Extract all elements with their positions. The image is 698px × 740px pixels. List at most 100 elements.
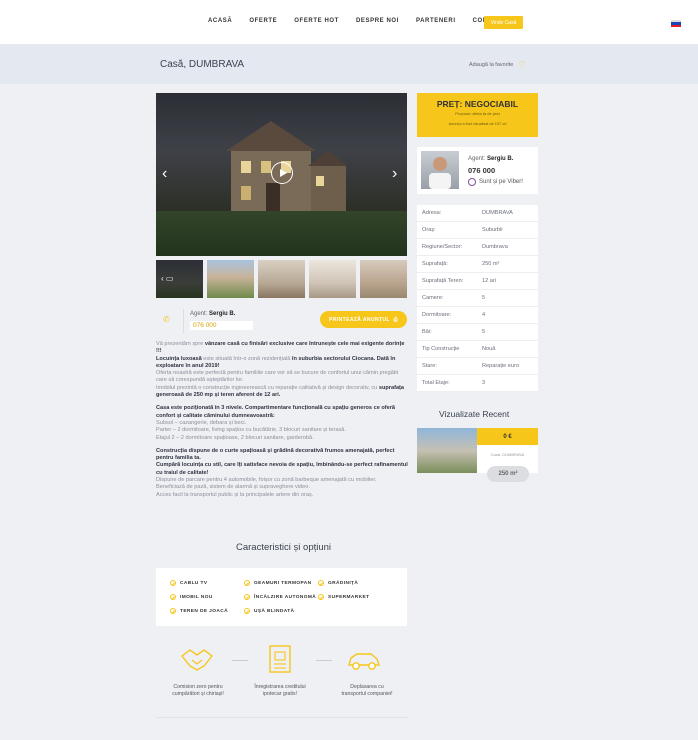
page-title: Casă, DUMBRAVA bbox=[160, 59, 245, 70]
property-label: Băi: bbox=[422, 329, 432, 335]
car-icon bbox=[348, 653, 380, 670]
description-text: Oferta noastră este perfectă pentru fami… bbox=[156, 370, 399, 384]
agent-label: Agent: Sergiu B. bbox=[190, 311, 236, 317]
benefit-zero-commission: Comision zero pentru cumpărători și chir… bbox=[172, 684, 224, 697]
features-title: Caracteristici și opțiuni bbox=[236, 542, 332, 553]
viber-contact[interactable]: Sunt și pe Viber! bbox=[468, 178, 523, 186]
property-value: Reparație euro bbox=[482, 363, 520, 369]
nav-item-oferte-hot[interactable]: OFERTE HOT bbox=[294, 18, 339, 24]
handshake-icon bbox=[181, 649, 213, 671]
description-text: Subsol – cazangerie, debara și beci. bbox=[156, 419, 247, 426]
property-label: Tip Construcție bbox=[422, 346, 460, 352]
nav-item-acasa[interactable]: ACASĂ bbox=[208, 18, 232, 24]
thumbnail-strip: ‹ ▭ bbox=[156, 260, 411, 298]
description-text: Imobilul prezintă o construcție ingineer… bbox=[156, 384, 379, 391]
property-value: 5 bbox=[482, 295, 486, 301]
feature-supermarket: SUPERMARKET bbox=[318, 594, 369, 600]
property-row: Stare: Reparație euro bbox=[417, 358, 538, 375]
benefit-company-transport: Deplasarea cu transportul companiei! bbox=[341, 684, 393, 697]
property-value: Dumbrava bbox=[482, 244, 508, 250]
play-video-icon[interactable] bbox=[271, 162, 293, 184]
property-value: 5 bbox=[482, 329, 486, 335]
agent-card-phone[interactable]: 076 000 bbox=[468, 166, 495, 175]
divider bbox=[232, 660, 248, 661]
nav-item-oferte[interactable]: OFERTE bbox=[249, 18, 277, 24]
feature-geamuri-termopan: GEAMURI TERMOPAN bbox=[244, 580, 311, 586]
agent-contact-row: ✆ Agent: Sergiu B. 076 000 PRINTEAZĂ ANU… bbox=[156, 306, 407, 336]
flag-stripe-red bbox=[671, 24, 681, 27]
property-label: Camere: bbox=[422, 295, 444, 301]
view-count: Anunțul a fost vizualizat de 157 ori bbox=[448, 122, 507, 126]
property-label: Dormitoare: bbox=[422, 312, 452, 318]
property-value: 250 m² bbox=[482, 261, 500, 267]
feature-incalzire-autonoma: ÎNCĂLZIRE AUTONOMĂ bbox=[244, 594, 316, 600]
property-label: Total Etaje: bbox=[422, 380, 450, 386]
thumbnail-video[interactable]: ‹ ▭ bbox=[156, 260, 203, 298]
property-row: Regiune/Sector: Dumbrava bbox=[417, 239, 538, 256]
check-icon bbox=[318, 594, 324, 600]
property-row: Suprafață Teren: 12 ari bbox=[417, 273, 538, 290]
check-icon bbox=[170, 608, 176, 614]
gallery-prev-arrow-icon[interactable]: ‹ bbox=[162, 166, 167, 182]
top-navigation: ACASĂ OFERTE OFERTE HOT DESPRE NOI PARTE… bbox=[0, 0, 698, 44]
price-box[interactable]: PREȚ: NEGOCIABIL Propune oferta ta de pr… bbox=[417, 93, 538, 137]
thumbnail-exterior[interactable] bbox=[207, 260, 254, 298]
property-row: Oraș: Suburbii bbox=[417, 222, 538, 239]
check-icon bbox=[244, 608, 250, 614]
description-text: Acces facil la transportul public și la … bbox=[156, 491, 314, 498]
check-icon bbox=[318, 580, 324, 586]
description-text: Locuința luxoasă bbox=[156, 355, 202, 362]
property-value: 3 bbox=[482, 380, 486, 386]
recent-listing-area: 250 m² bbox=[487, 466, 529, 482]
description-text: Casa este poziționată în 3 nivele. Compa… bbox=[156, 405, 396, 419]
lawn bbox=[156, 211, 407, 256]
recent-listing-price: 0 € bbox=[477, 428, 538, 445]
recent-title: Vizualizate Recent bbox=[439, 409, 510, 419]
property-value: Nouă bbox=[482, 346, 496, 352]
thumbnail-interior-2[interactable] bbox=[309, 260, 356, 298]
agent-card: Agent: Sergiu B. 076 000 Sunt și pe Vibe… bbox=[417, 147, 538, 194]
property-value: 4 bbox=[482, 312, 486, 318]
divider bbox=[183, 309, 184, 333]
agent-card-name: Sergiu B. bbox=[487, 156, 514, 162]
property-label: Suprafață Teren: bbox=[422, 278, 464, 284]
house-photo bbox=[226, 121, 346, 211]
agent-name: Sergiu B. bbox=[209, 311, 236, 317]
description-text: Dispune de parcare pentru 4 automobile, … bbox=[156, 477, 377, 484]
description-paragraph-1: Vă prezentăm spre vânzare casă cu finisă… bbox=[156, 341, 408, 399]
agent-phone[interactable]: 076 000 bbox=[190, 321, 253, 330]
thumbnail-interior-3[interactable] bbox=[360, 260, 407, 298]
property-row: Băi: 5 bbox=[417, 324, 538, 341]
description-text: Vă prezentăm spre bbox=[156, 341, 205, 347]
main-gallery-image[interactable]: ‹ › bbox=[156, 93, 407, 256]
property-row: Tip Construcție Nouă bbox=[417, 341, 538, 358]
description-text: Cumpără locuința cu stil, care îți satis… bbox=[156, 462, 408, 476]
property-label: Oraș: bbox=[422, 227, 436, 233]
gallery-next-arrow-icon[interactable]: › bbox=[392, 166, 397, 182]
price-subtitle: Propune oferta ta de preț bbox=[455, 111, 500, 116]
nav-menu: ACASĂ OFERTE OFERTE HOT DESPRE NOI PARTE… bbox=[208, 18, 527, 24]
property-row: Adresa: DUMBRAVA bbox=[417, 205, 538, 222]
check-icon bbox=[244, 580, 250, 586]
thumbnail-interior-1[interactable] bbox=[258, 260, 305, 298]
add-to-favorites[interactable]: Adaugă la favorite ♡ bbox=[469, 61, 526, 69]
recent-listing-image bbox=[417, 428, 477, 473]
nav-item-parteneri[interactable]: PARTENERI bbox=[416, 18, 456, 24]
document-icon bbox=[269, 645, 291, 673]
feature-imobil-nou: IMOBIL NOU bbox=[170, 594, 213, 600]
feature-teren-de-joaca: TEREN DE JOACĂ bbox=[170, 608, 228, 614]
agent-card-label: Agent: Sergiu B. bbox=[468, 156, 514, 162]
property-label: Adresa: bbox=[422, 210, 442, 216]
property-row: Dormitoare: 4 bbox=[417, 307, 538, 324]
property-details-table: Adresa: DUMBRAVA Oraș: Suburbii Regiune/Sect… bbox=[417, 205, 538, 392]
language-flag-icon[interactable] bbox=[671, 20, 681, 27]
price-title: PREȚ: NEGOCIABIL bbox=[436, 99, 519, 109]
nav-item-despre-noi[interactable]: DESPRE NOI bbox=[356, 18, 399, 24]
property-value: Suburbii bbox=[482, 227, 503, 233]
divider bbox=[316, 660, 332, 661]
property-row: Camere: 5 bbox=[417, 290, 538, 307]
sell-house-button[interactable]: Vinde Casă bbox=[484, 16, 523, 29]
listing-description: Vă prezentăm spre vânzare casă cu finisă… bbox=[156, 341, 408, 505]
print-listing-button[interactable]: PRINTEAZĂ ANUNȚUL ⎙ bbox=[320, 311, 407, 328]
description-text: Parter – 2 dormitoare, living spațios cu… bbox=[156, 427, 346, 434]
